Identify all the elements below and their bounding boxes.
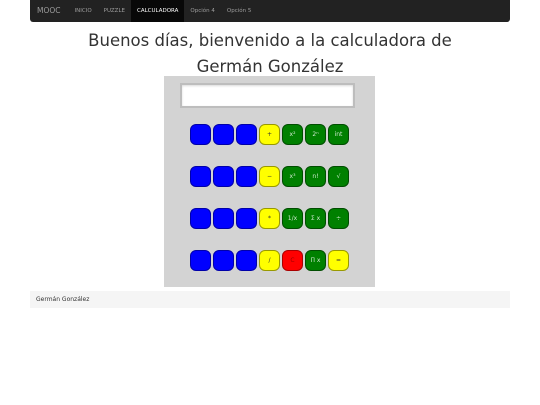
nav-item-calculadora[interactable]: CALCULADORA bbox=[131, 0, 185, 22]
calculator-panel: 7 8 9 + x² 2ⁿ int 4 5 6 − x³ n! √ 1 2 3 … bbox=[164, 76, 375, 287]
key-row-1: 7 8 9 + x² 2ⁿ int bbox=[190, 124, 349, 145]
key-row-4: 0 , ± / C Π x = bbox=[190, 250, 349, 271]
key-comma[interactable]: , bbox=[213, 250, 234, 271]
key-7[interactable]: 7 bbox=[190, 124, 211, 145]
key-square[interactable]: x² bbox=[282, 124, 303, 145]
key-plus[interactable]: + bbox=[259, 124, 280, 145]
key-factorial[interactable]: n! bbox=[305, 166, 326, 187]
key-equals[interactable]: = bbox=[328, 250, 349, 271]
key-minus[interactable]: − bbox=[259, 166, 280, 187]
key-cube[interactable]: x³ bbox=[282, 166, 303, 187]
key-row-2: 4 5 6 − x³ n! √ bbox=[190, 166, 349, 187]
key-6[interactable]: 6 bbox=[236, 166, 257, 187]
page-title: Buenos días, bienvenido a la calculadora… bbox=[0, 28, 540, 80]
calculator-display[interactable] bbox=[180, 83, 355, 108]
navbar: MOOC INICIO PUZZLE CALCULADORA Opción 4 … bbox=[30, 0, 510, 22]
key-slash[interactable]: / bbox=[259, 250, 280, 271]
key-row-3: 1 2 3 * 1/x Σ x ÷ bbox=[190, 208, 349, 229]
nav-item-opcion-4[interactable]: Opción 4 bbox=[184, 0, 220, 22]
footer-text: Germán González bbox=[36, 296, 90, 303]
title-line-1: Buenos días, bienvenido a la calculadora… bbox=[88, 31, 452, 50]
key-sum[interactable]: Σ x bbox=[305, 208, 326, 229]
nav-item-inicio[interactable]: INICIO bbox=[69, 0, 98, 22]
key-divide[interactable]: ÷ bbox=[328, 208, 349, 229]
key-multiply[interactable]: * bbox=[259, 208, 280, 229]
brand-link[interactable]: MOOC bbox=[30, 0, 69, 22]
key-5[interactable]: 5 bbox=[213, 166, 234, 187]
key-reciprocal[interactable]: 1/x bbox=[282, 208, 303, 229]
key-int[interactable]: int bbox=[328, 124, 349, 145]
nav-item-puzzle[interactable]: PUZZLE bbox=[98, 0, 131, 22]
key-0[interactable]: 0 bbox=[190, 250, 211, 271]
key-product[interactable]: Π x bbox=[305, 250, 326, 271]
key-2[interactable]: 2 bbox=[213, 208, 234, 229]
key-clear[interactable]: C bbox=[282, 250, 303, 271]
key-power-of-two[interactable]: 2ⁿ bbox=[305, 124, 326, 145]
nav-item-opcion-5[interactable]: Opción 5 bbox=[221, 0, 257, 22]
key-4[interactable]: 4 bbox=[190, 166, 211, 187]
footer: Germán González bbox=[30, 291, 510, 308]
key-sqrt[interactable]: √ bbox=[328, 166, 349, 187]
key-8[interactable]: 8 bbox=[213, 124, 234, 145]
key-3[interactable]: 3 bbox=[236, 208, 257, 229]
key-1[interactable]: 1 bbox=[190, 208, 211, 229]
key-sign[interactable]: ± bbox=[236, 250, 257, 271]
key-9[interactable]: 9 bbox=[236, 124, 257, 145]
